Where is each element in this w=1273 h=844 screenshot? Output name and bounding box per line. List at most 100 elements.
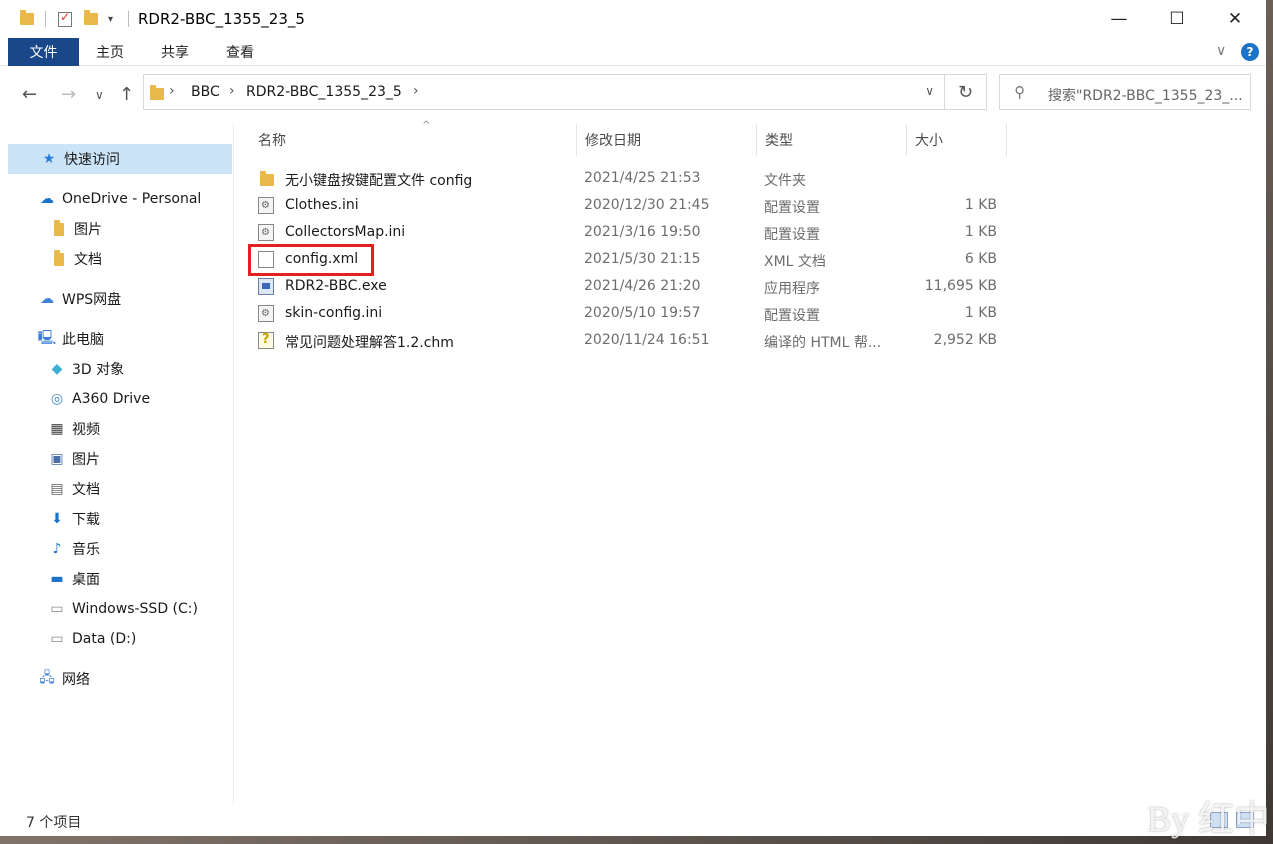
help-icon[interactable]: ?	[1241, 43, 1259, 61]
file-row-collectorsmap-ini[interactable]: CollectorsMap.ini 2021/3/16 19:50 配置设置 1…	[254, 219, 1014, 246]
file-date: 2020/12/30 21:45	[584, 197, 710, 213]
sidebar-item-label: 文档	[74, 252, 102, 268]
file-row-skin-config-ini[interactable]: skin-config.ini 2020/5/10 19:57 配置设置 1 K…	[254, 300, 1014, 327]
file-date: 2021/3/16 19:50	[584, 224, 701, 240]
breadcrumb-bbc[interactable]: BBC	[191, 84, 220, 100]
film-icon: ▦	[50, 421, 64, 437]
column-header-size[interactable]: 大小	[907, 124, 1007, 156]
network-icon: 🖧	[39, 670, 55, 686]
sidebar-item-this-pc[interactable]: 🖳 此电脑	[8, 324, 232, 354]
sidebar-item-label: WPS网盘	[62, 292, 122, 308]
watermark: By 红中	[1147, 799, 1271, 839]
sidebar-item-label: 图片	[72, 452, 100, 468]
chevron-down-icon[interactable]: ∨	[925, 84, 934, 98]
divider	[45, 11, 46, 27]
close-icon[interactable]: ✕	[1206, 0, 1264, 38]
folder-icon	[50, 219, 68, 238]
file-size: 1 KB	[964, 224, 997, 240]
sidebar-item-quick-access[interactable]: ★ 快速访问	[8, 144, 232, 174]
sidebar-item-onedrive[interactable]: ☁ OneDrive - Personal	[8, 184, 232, 214]
sidebar-item-label: 快速访问	[64, 152, 120, 168]
computer-icon: 🖳	[37, 330, 57, 346]
sidebar-item-videos[interactable]: ▦ 视频	[8, 414, 232, 444]
sidebar-item-a360[interactable]: ◎ A360 Drive	[8, 384, 232, 414]
file-name: CollectorsMap.ini	[285, 224, 406, 240]
recent-locations-icon[interactable]: ∨	[95, 88, 104, 102]
file-date: 2021/5/30 21:15	[584, 251, 701, 267]
sidebar-item-label: Data (D:)	[72, 631, 137, 647]
sidebar-item-label: 网络	[62, 672, 90, 688]
sidebar-item-downloads[interactable]: ⬇ 下载	[8, 504, 232, 534]
customize-quick-access-icon[interactable]: ▾	[108, 9, 113, 29]
cloud-icon: ☁	[40, 191, 54, 207]
breadcrumb-current[interactable]: RDR2-BBC_1355_23_5	[246, 84, 402, 100]
sidebar-item-wps[interactable]: ☁ WPS网盘	[8, 284, 232, 314]
column-header-type[interactable]: 类型	[757, 124, 907, 156]
exe-file-icon	[258, 278, 274, 295]
drive-icon: ◎	[50, 391, 64, 407]
sidebar-item-music[interactable]: ♪ 音乐	[8, 534, 232, 564]
file-size: 1 KB	[964, 197, 997, 213]
file-name: 常见问题处理解答1.2.chm	[285, 335, 454, 351]
file-type: 配置设置	[764, 227, 820, 243]
search-placeholder: 搜索"RDR2-BBC_1355_23_...	[1048, 88, 1243, 104]
file-row-rdr2-bbc-exe[interactable]: RDR2-BBC.exe 2021/4/26 21:20 应用程序 11,695…	[254, 273, 1014, 300]
sidebar-item-label: 此电脑	[62, 332, 104, 348]
desktop-icon: ▬	[50, 571, 64, 587]
cube-icon: ◆	[51, 361, 63, 377]
disk-icon: ▭	[50, 631, 64, 647]
folder-icon	[20, 9, 34, 29]
sidebar-item-3d-objects[interactable]: ◆ 3D 对象	[8, 354, 232, 384]
forward-icon[interactable]: →	[61, 84, 76, 105]
chevron-right-icon[interactable]: ›	[229, 83, 235, 99]
ini-file-icon	[258, 224, 274, 241]
file-name: 无小键盘按键配置文件 config	[285, 173, 473, 189]
minimize-icon[interactable]: —	[1090, 0, 1148, 38]
chevron-right-icon[interactable]: ›	[413, 83, 419, 99]
tab-view[interactable]: 查看	[226, 38, 254, 66]
column-header-name[interactable]: ^ 名称	[250, 120, 577, 156]
file-type: XML 文档	[764, 254, 826, 270]
address-bar[interactable]: › BBC › RDR2-BBC_1355_23_5 › ∨	[143, 74, 945, 110]
sidebar-item-label: 图片	[74, 222, 102, 238]
up-icon[interactable]: ↑	[119, 84, 134, 105]
folder-icon	[50, 249, 68, 268]
tab-file[interactable]: 文件	[8, 38, 79, 66]
sidebar-item-drive-d[interactable]: ▭ Data (D:)	[8, 624, 232, 654]
column-header-date[interactable]: 修改日期	[577, 124, 757, 156]
ribbon: 文件 主页 共享 查看 ∨ ?	[0, 38, 1266, 66]
refresh-icon[interactable]: ↻	[945, 74, 987, 110]
tab-share[interactable]: 共享	[161, 38, 189, 66]
sidebar-item-label: 下载	[72, 512, 100, 528]
chevron-right-icon[interactable]: ›	[169, 83, 175, 99]
ini-file-icon	[258, 197, 274, 214]
sidebar-item-documents[interactable]: ▤ 文档	[8, 474, 232, 504]
search-icon: ⚲	[1014, 83, 1025, 101]
file-row-faq-chm[interactable]: 常见问题处理解答1.2.chm 2020/11/24 16:51 编译的 HTM…	[254, 327, 1014, 354]
file-date: 2020/11/24 16:51	[584, 332, 710, 348]
file-row-folder[interactable]: 无小键盘按键配置文件 config 2021/4/25 21:53 文件夹	[254, 165, 1014, 192]
back-icon[interactable]: ←	[22, 84, 37, 105]
new-folder-icon[interactable]	[84, 9, 98, 29]
file-name: Clothes.ini	[285, 197, 359, 213]
tab-home[interactable]: 主页	[96, 38, 124, 66]
sidebar-item-label: 音乐	[72, 542, 100, 558]
file-type: 配置设置	[764, 308, 820, 324]
properties-icon[interactable]	[58, 9, 72, 29]
sidebar-item-drive-c[interactable]: ▭ Windows-SSD (C:)	[8, 594, 232, 624]
sidebar-item-network[interactable]: 🖧 网络	[8, 664, 232, 694]
sidebar-item-label: OneDrive - Personal	[62, 191, 202, 207]
navigation-bar: ← → ∨ ↑ › BBC › RDR2-BBC_1355_23_5 › ∨ ↻…	[0, 66, 1266, 124]
maximize-icon[interactable]: ☐	[1148, 0, 1206, 38]
star-icon: ★	[42, 151, 56, 167]
file-row-clothes-ini[interactable]: Clothes.ini 2020/12/30 21:45 配置设置 1 KB	[254, 192, 1014, 219]
sidebar-item-label: 视频	[72, 422, 100, 438]
sidebar-item-onedrive-pictures[interactable]: 图片	[8, 214, 232, 244]
file-size: 2,952 KB	[933, 332, 997, 348]
sidebar-item-pictures[interactable]: ▣ 图片	[8, 444, 232, 474]
expand-ribbon-icon[interactable]: ∨	[1216, 43, 1226, 59]
sidebar-item-onedrive-documents[interactable]: 文档	[8, 244, 232, 274]
search-input[interactable]: ⚲ 搜索"RDR2-BBC_1355_23_...	[999, 74, 1251, 110]
navigation-pane: ★ 快速访问 ☁ OneDrive - Personal 图片 文档 ☁ WPS…	[0, 124, 234, 804]
sidebar-item-desktop[interactable]: ▬ 桌面	[8, 564, 232, 594]
